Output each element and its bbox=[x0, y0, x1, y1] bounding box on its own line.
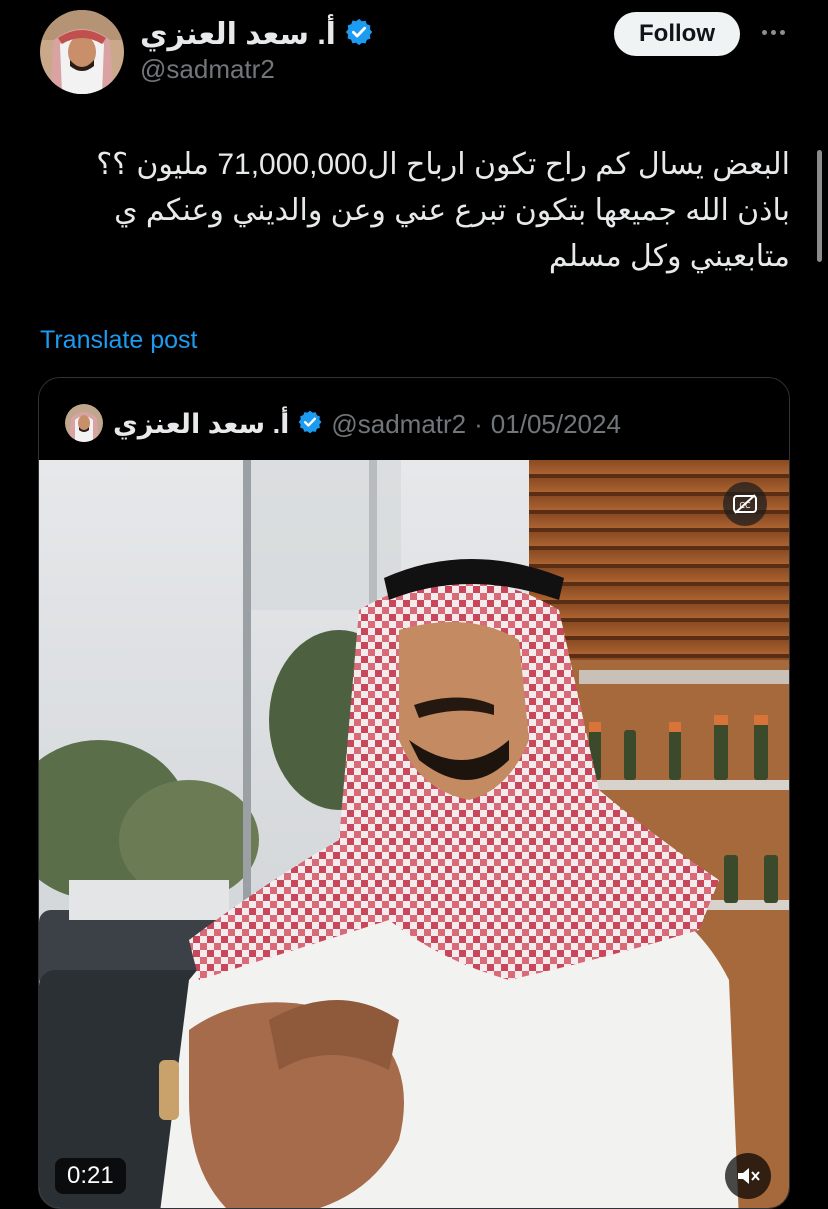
post-line: البعض يسال كم راح تكون ارباح ال71,000,00… bbox=[96, 148, 790, 181]
author-avatar[interactable] bbox=[40, 10, 124, 94]
post-text: البعض يسال كم راح تكون ارباح ال71,000,00… bbox=[40, 142, 790, 280]
quoted-header: أ. سعد العنزي @sadmatr2 · 01/05/2024 bbox=[113, 404, 621, 444]
author-handle[interactable]: @sadmatr2 bbox=[140, 54, 275, 85]
quoted-author-avatar[interactable] bbox=[65, 404, 103, 442]
verified-badge-icon bbox=[297, 409, 323, 440]
post-line: باذن الله جميعها بتكون تبرع عني وعن والد… bbox=[114, 194, 790, 227]
scrollbar[interactable] bbox=[817, 150, 822, 262]
meta-separator: · bbox=[474, 408, 483, 439]
follow-button[interactable]: Follow bbox=[614, 12, 740, 56]
more-options-icon[interactable] bbox=[756, 20, 790, 44]
author-name[interactable]: أ. سعد العنزي bbox=[140, 17, 336, 52]
video-frame bbox=[39, 460, 789, 1208]
closed-captions-off-icon[interactable]: CC bbox=[723, 482, 767, 526]
quoted-author-name[interactable]: أ. سعد العنزي bbox=[113, 409, 289, 440]
quoted-post-date: 01/05/2024 bbox=[490, 408, 621, 439]
video-duration: 0:21 bbox=[55, 1158, 126, 1194]
post-line: متابعيني وكل مسلم bbox=[548, 240, 790, 273]
quoted-author-handle[interactable]: @sadmatr2 bbox=[331, 409, 466, 440]
verified-badge-icon bbox=[344, 17, 374, 52]
video-player[interactable]: CC 0:21 bbox=[39, 460, 789, 1208]
quoted-post-card[interactable]: أ. سعد العنزي @sadmatr2 · 01/05/2024 CC … bbox=[38, 377, 790, 1209]
author-name-row: أ. سعد العنزي bbox=[140, 14, 374, 54]
muted-speaker-icon[interactable] bbox=[725, 1153, 771, 1199]
translate-post-link[interactable]: Translate post bbox=[40, 326, 197, 355]
